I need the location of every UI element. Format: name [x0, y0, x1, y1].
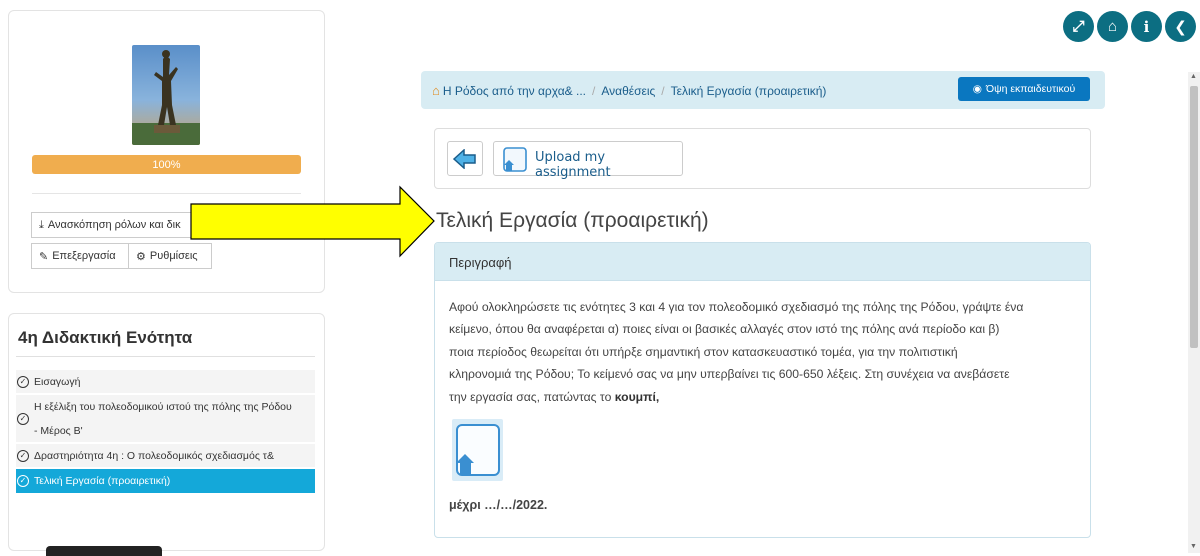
lesson-label: Η εξέλιξη του πολεοδομικού ιστού της πόλ… — [34, 401, 292, 413]
chevron-left-icon: ❮ — [1174, 18, 1187, 36]
footer-logo — [46, 546, 162, 556]
scroll-up-icon[interactable]: ▲ — [1190, 73, 1197, 80]
scroll-down-icon[interactable]: ▼ — [1190, 543, 1197, 550]
check-circle-icon: ✓ — [17, 376, 29, 388]
lesson-item-final-assignment[interactable]: ✓ Τελική Εργασία (προαιρετική) — [16, 469, 315, 494]
upload-doc-icon — [503, 147, 527, 172]
edit-label: Επεξεργασία — [52, 250, 116, 262]
back-button[interactable] — [447, 141, 483, 176]
lesson-label: Εισαγωγή — [34, 376, 81, 388]
home-icon: ⌂ — [1107, 18, 1118, 35]
back-nav-button[interactable]: ❮ — [1165, 11, 1196, 42]
download-icon: ⤓ — [39, 218, 44, 231]
upload-button-image[interactable] — [452, 419, 503, 481]
annotation-arrow — [190, 185, 435, 258]
description-line: Αφού ολοκληρώσετε τις ενότητες 3 και 4 γ… — [449, 300, 1024, 314]
progress-label: 100% — [152, 158, 181, 171]
info-button[interactable]: i — [1131, 11, 1162, 42]
description-line: κληρονομιά της Ρόδου; Το κείμενό σας να … — [449, 367, 1010, 382]
eye-icon: ◉ — [972, 83, 982, 95]
description-line-prefix: την εργασία σας, πατώντας το — [449, 389, 615, 404]
course-thumbnail[interactable] — [132, 45, 200, 145]
description-line: ποια περίοδος θεωρείται ότι υπήρξε σημαν… — [449, 344, 958, 359]
expand-icon: ⤢ — [1072, 18, 1085, 35]
description-text: Αφού ολοκληρώσετε τις ενότητες 3 και 4 γ… — [449, 296, 1081, 408]
teacher-view-button[interactable]: ◉ Όψη εκπαιδευτικού — [958, 77, 1090, 101]
breadcrumb-assignments[interactable]: Αναθέσεις — [601, 84, 655, 98]
back-arrow-icon — [453, 148, 476, 169]
lesson-label-cont: - Μέρος Β' — [34, 425, 83, 437]
panel-header: Περιγραφή — [435, 243, 1090, 281]
upload-doc-icon — [456, 424, 500, 476]
page-title: Τελική Εργασία (προαιρετική) — [436, 209, 709, 232]
roles-overview-button[interactable]: ⤓ Ανασκόπηση ρόλων και δικ — [31, 212, 207, 238]
assignment-toolbar: Upload my assignment — [434, 128, 1091, 189]
progress-fill: 100% — [32, 155, 301, 174]
divider — [16, 356, 315, 357]
check-circle-icon: ✓ — [17, 413, 29, 425]
lesson-item-intro[interactable]: ✓ Εισαγωγή — [16, 370, 315, 394]
description-line-bold: κουμπί, — [614, 389, 660, 404]
lesson-item-activity-4[interactable]: ✓ Δραστηριότητα 4η : Ο πολεοδομικός σχεδ… — [16, 444, 315, 468]
edit-button[interactable]: ✎ Επεξεργασία — [31, 243, 129, 269]
pencil-icon: ✎ — [39, 250, 49, 263]
scrollbar-thumb[interactable] — [1190, 86, 1198, 348]
deadline-text: μέχρι …/…/2022. — [449, 498, 548, 512]
check-circle-icon: ✓ — [17, 450, 29, 462]
teacher-view-label: Όψη εκπαιδευτικού — [985, 83, 1076, 95]
home-icon: ⌂ — [432, 83, 440, 98]
breadcrumb-course[interactable]: Η Ρόδος από την αρχα& ... — [443, 84, 586, 98]
gear-icon: ⚙ — [136, 250, 146, 263]
description-line: κείμενο, όπου θα αναφέρεται α) ποιες είν… — [449, 322, 1000, 337]
unit-title: 4η Διδακτική Ενότητα — [18, 328, 193, 347]
upload-assignment-button[interactable]: Upload my assignment — [493, 141, 683, 180]
info-icon: i — [1143, 17, 1150, 36]
check-circle-icon: ✓ — [17, 475, 29, 487]
breadcrumb: ⌂ Η Ρόδος από την αρχα& ... / Αναθέσεις … — [421, 71, 1105, 109]
breadcrumb-current: Τελική Εργασία (προαιρετική) — [670, 83, 827, 98]
breadcrumb-separator: / — [661, 83, 665, 98]
description-panel: Περιγραφή Αφού ολοκληρώσετε τις ενότητες… — [434, 242, 1091, 538]
fullscreen-button[interactable]: ⤢ — [1063, 11, 1094, 42]
panel-title: Περιγραφή — [449, 255, 512, 270]
lesson-item-urban-fabric[interactable]: ✓ Η εξέλιξη του πολεοδομικού ιστού της π… — [16, 395, 315, 443]
breadcrumb-separator: / — [592, 83, 596, 98]
upload-label: Upload my assignment — [535, 150, 611, 180]
description-line: την εργασία σας, πατώντας το κουμπί, — [449, 386, 1081, 408]
course-progress-bar: 100% — [32, 155, 301, 174]
roles-overview-label: Ανασκόπηση ρόλων και δικ — [47, 219, 181, 231]
lesson-label: Τελική Εργασία (προαιρετική) — [34, 475, 171, 487]
lesson-label: Δραστηριότητα 4η : Ο πολεοδομικός σχεδια… — [34, 450, 274, 462]
home-button[interactable]: ⌂ — [1097, 11, 1128, 42]
unit-nav-card: 4η Διδακτική Ενότητα ✓ Εισαγωγή ✓ Η εξέλ… — [8, 313, 325, 551]
